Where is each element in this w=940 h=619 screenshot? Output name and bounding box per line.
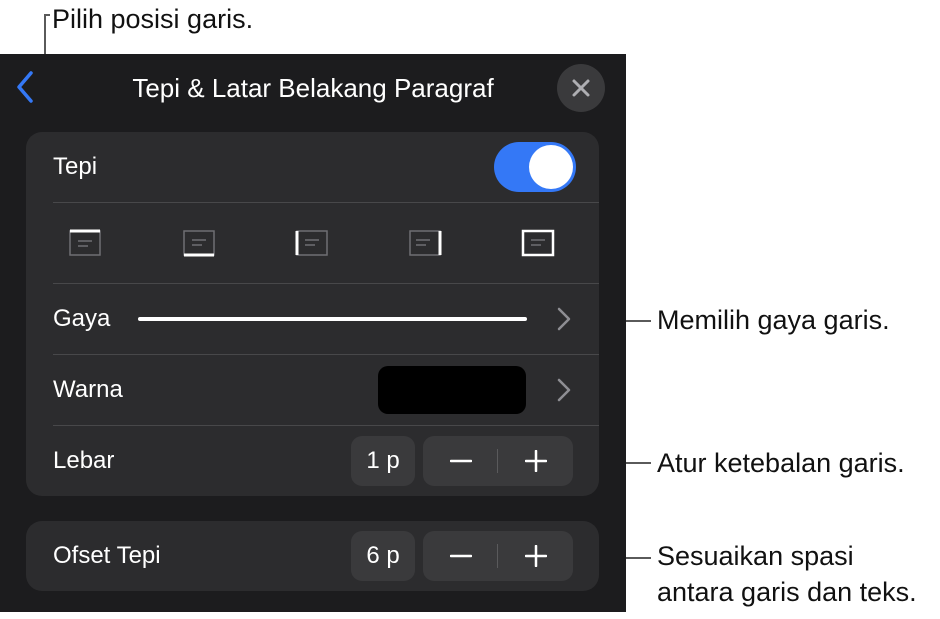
offset-stepper	[423, 531, 573, 581]
back-button[interactable]	[10, 69, 40, 105]
chevron-left-icon	[17, 71, 33, 103]
callout-line-style: Memilih gaya garis.	[657, 305, 890, 335]
style-row[interactable]: Gaya	[26, 284, 599, 354]
plus-icon	[524, 545, 547, 567]
width-row: Lebar 1 p	[26, 426, 599, 496]
borders-toggle[interactable]	[494, 142, 576, 192]
chevron-right-icon[interactable]	[556, 377, 572, 403]
callout-offset-1: Sesuaikan spasi	[657, 541, 854, 571]
plus-icon	[524, 450, 547, 472]
borders-row: Tepi	[26, 132, 599, 202]
color-row[interactable]: Warna	[26, 355, 599, 425]
width-increment-button[interactable]	[498, 436, 573, 486]
offset-value[interactable]: 6 p	[351, 531, 415, 581]
minus-icon	[449, 554, 472, 558]
offset-row: Ofset Tepi 6 p	[26, 521, 599, 591]
color-label: Warna	[53, 376, 123, 403]
style-label: Gaya	[53, 305, 111, 332]
paragraph-borders-panel: Tepi & Latar Belakang Paragraf Tepi Gaya…	[0, 54, 626, 612]
callout-line-width: Atur ketebalan garis.	[657, 448, 905, 478]
borders-label: Tepi	[53, 153, 98, 180]
callout-offset-2: antara garis dan teks.	[657, 577, 917, 607]
leader-line-position-top	[44, 14, 50, 16]
minus-icon	[449, 459, 472, 463]
panel-title: Tepi & Latar Belakang Paragraf	[132, 73, 494, 103]
bottom-border-icon[interactable]	[181, 228, 217, 258]
border-offset-group: Ofset Tepi 6 p	[26, 521, 599, 591]
color-swatch[interactable]	[378, 366, 526, 414]
top-border-icon[interactable]	[67, 228, 103, 258]
border-position-row	[26, 203, 599, 283]
close-button[interactable]	[557, 64, 605, 112]
width-stepper	[423, 436, 573, 486]
toggle-knob	[529, 145, 573, 189]
width-value[interactable]: 1 p	[351, 436, 415, 486]
offset-increment-button[interactable]	[498, 531, 573, 581]
right-border-icon[interactable]	[407, 228, 443, 258]
offset-label: Ofset Tepi	[53, 542, 161, 569]
width-decrement-button[interactable]	[423, 436, 498, 486]
all-borders-icon[interactable]	[520, 228, 556, 258]
width-label: Lebar	[53, 447, 115, 474]
line-style-preview[interactable]	[138, 317, 527, 321]
offset-decrement-button[interactable]	[423, 531, 498, 581]
border-settings-group: Tepi Gaya Warna Lebar 1 p	[26, 132, 599, 496]
close-icon	[572, 79, 590, 97]
callout-border-position: Pilih posisi garis.	[52, 4, 254, 34]
chevron-right-icon[interactable]	[556, 306, 572, 332]
left-border-icon[interactable]	[294, 228, 330, 258]
